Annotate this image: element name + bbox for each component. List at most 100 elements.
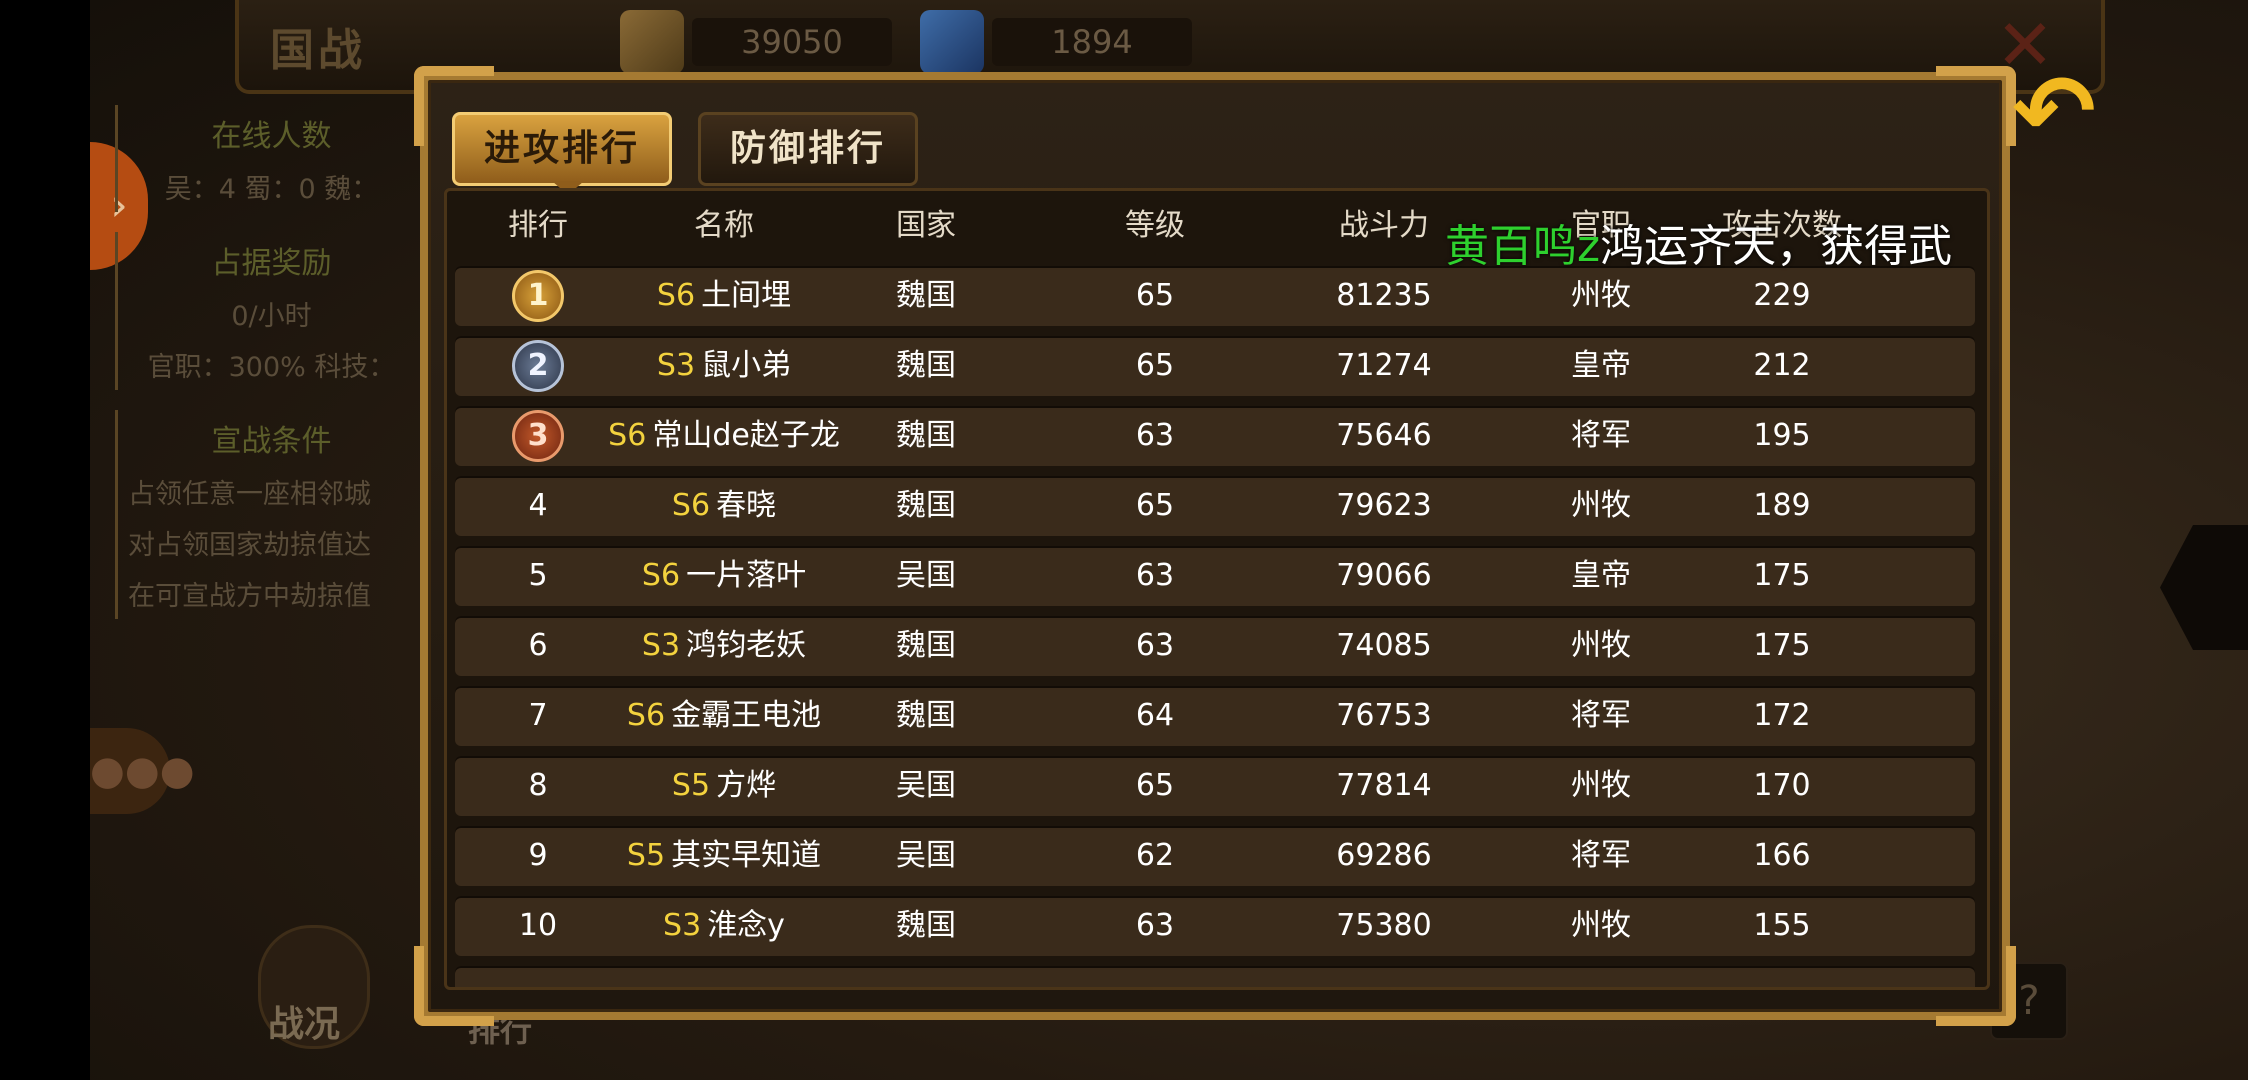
declare-line: 占领任意一座相邻城 [128,479,371,510]
attack-count: 175 [1753,558,1811,593]
occupy-rate: 0/小时 [231,301,312,332]
table-row[interactable]: 5 S6 一片落叶 吴国 63 79066 皇帝 175 [455,546,1975,606]
tab-defense-ranking[interactable]: 防御排行 [698,112,918,186]
server-tag: S6 [671,488,711,523]
server-tag: S6 [608,418,647,453]
attack-count: 229 [1753,278,1811,313]
server-tag: S5 [626,838,666,873]
page-title: 国战 [270,25,366,76]
gold-medal-icon: 1 [512,270,564,322]
power: 79066 [1336,558,1432,593]
player-name: 常山de赵子龙 [652,418,840,453]
country: 魏国 [896,488,956,523]
server-tag: S3 [641,628,681,663]
power: 76753 [1336,698,1432,733]
country: 吴国 [896,768,956,803]
broadcast-message: 鸿运齐天，获得武 [1600,221,1953,272]
rank-number: 5 [528,558,548,593]
player-name: 土间埋 [701,278,792,313]
level: 63 [1135,558,1175,593]
battle-status-label: 战况 [268,1004,341,1045]
attack-count: 189 [1753,488,1811,523]
player-name: 金霸王电池 [671,698,822,733]
player-name: 其实早知道 [671,838,822,873]
country: 吴国 [896,838,956,873]
table-row[interactable]: 9 S5 其实早知道 吴国 62 69286 将军 166 [455,826,1975,886]
power: 75380 [1336,908,1432,943]
silver-medal-icon: 2 [512,340,564,392]
table-row[interactable]: 1 S6 土间埋 魏国 65 81235 州牧 229 [455,266,1975,326]
rank-number: 10 [518,908,558,943]
col-rank: 排行 [508,208,568,243]
server-tag: S3 [656,348,696,383]
gem-icon [920,10,984,74]
table-row[interactable]: 7 S6 金霸王电池 魏国 64 76753 将军 172 [455,686,1975,746]
level: 65 [1135,768,1175,803]
level: 65 [1135,488,1175,523]
official-title: 皇帝 [1571,558,1631,593]
info-panel: 在线人数 吴：4 蜀：0 魏： 占据奖励 0/小时 官职：300% 科技： 宣战… [115,105,415,633]
table-row[interactable]: 8 S5 方烨 吴国 65 77814 州牧 170 [455,756,1975,816]
table-row[interactable]: 3 S6 常山de赵子龙 魏国 63 75646 将军 195 [455,406,1975,466]
rank-number: 7 [528,698,548,733]
declare-line: 对占领国家劫掠值达 [128,530,371,561]
occupy-title: 占据奖励 [211,246,332,281]
rank-number: 8 [528,768,548,803]
power: 75646 [1336,418,1432,453]
country: 魏国 [896,348,956,383]
table-row-partial[interactable] [455,966,1975,987]
online-title: 在线人数 [211,119,332,154]
system-broadcast: 黄百鸣z鸿运齐天，获得武 [1445,210,1952,274]
broadcast-player: 黄百鸣z [1445,221,1601,272]
power: 81235 [1336,278,1432,313]
player-name: 春晓 [716,488,777,523]
attack-count: 195 [1753,418,1811,453]
scroll-resource: 39050 [620,10,892,74]
attack-count: 166 [1753,838,1811,873]
tab-attack-ranking[interactable]: 进攻排行 [452,112,672,186]
table-row[interactable]: 4 S6 春晓 魏国 65 79623 州牧 189 [455,476,1975,536]
rank-number: 9 [528,838,548,873]
chat-icon[interactable]: ●●● [90,728,195,814]
online-counts: 吴：4 蜀：0 魏： [164,174,379,205]
rank-number: 6 [528,628,548,663]
level: 65 [1135,278,1175,313]
scroll-icon [620,10,684,74]
official-title: 将军 [1571,418,1631,453]
attack-count: 155 [1753,908,1811,943]
official-title: 将军 [1571,698,1631,733]
power: 77814 [1336,768,1432,803]
attack-count: 212 [1753,348,1811,383]
col-power: 战斗力 [1339,208,1429,243]
server-tag: S5 [671,768,711,803]
game-background: 国战 39050 1894 ✕ › 在线人数 吴：4 蜀：0 魏： 占据奖励 0… [90,0,2248,1080]
col-name: 名称 [694,208,754,243]
official-title: 州牧 [1571,628,1631,663]
player-name: 方烨 [716,768,777,803]
player-name: 淮念y [707,908,785,943]
country: 魏国 [896,698,956,733]
power: 69286 [1336,838,1432,873]
power: 74085 [1336,628,1432,663]
table-row[interactable]: 2 S3 鼠小弟 魏国 65 71274 皇帝 212 [455,336,1975,396]
power: 79623 [1336,488,1432,523]
back-arrow-icon[interactable]: ↶ [2012,62,2096,162]
player-name: 鼠小弟 [701,348,792,383]
country: 吴国 [896,558,956,593]
level: 65 [1135,348,1175,383]
power: 71274 [1336,348,1432,383]
table-row[interactable]: 10 S3 淮念y 魏国 63 75380 州牧 155 [455,896,1975,956]
level: 63 [1135,418,1175,453]
country: 魏国 [896,628,956,663]
server-tag: S6 [626,698,666,733]
server-tag: S3 [663,908,702,943]
official-title: 州牧 [1571,278,1631,313]
country: 魏国 [896,418,956,453]
official-title: 皇帝 [1571,348,1631,383]
official-title: 州牧 [1571,488,1631,523]
official-title: 州牧 [1571,908,1631,943]
table-row[interactable]: 6 S3 鸿钧老妖 魏国 63 74085 州牧 175 [455,616,1975,676]
col-level: 等级 [1125,208,1185,243]
attack-count: 170 [1753,768,1811,803]
attack-count: 172 [1753,698,1811,733]
